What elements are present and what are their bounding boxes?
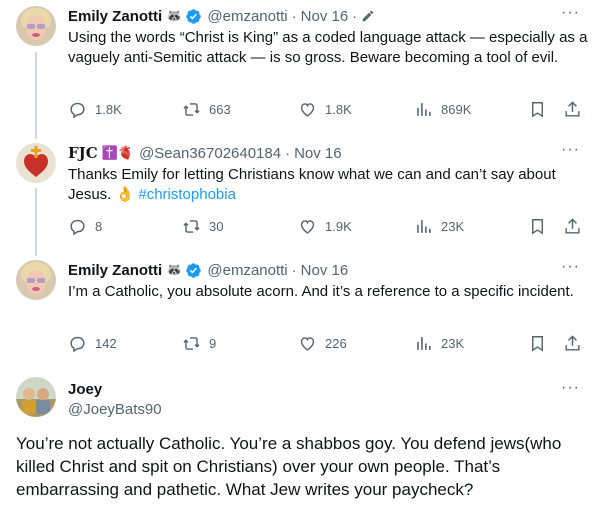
share-button[interactable] [563,217,582,241]
retweet-button[interactable]: 9 [182,334,216,353]
separator: · [352,7,358,25]
verified-badge-icon [186,8,202,24]
tweet-text: Thanks Emily for letting Christians know… [68,165,588,205]
heart-icon [300,337,315,351]
reply-icon [70,219,85,236]
tweet-header: Emily Zanotti 🦝 @emzanotti · Nov 16 [68,260,348,280]
like-button[interactable]: 1.9K [298,217,352,236]
separator: · [291,7,297,25]
bookmark-button[interactable] [528,217,547,241]
cross-heart-emoji: ✝️🫀 [101,145,135,160]
more-options-icon[interactable]: ··· [561,380,580,396]
like-button[interactable]: 226 [298,334,347,353]
reply-button[interactable]: 142 [68,334,117,353]
reply-icon [70,336,85,353]
more-options-icon[interactable]: ··· [561,142,580,158]
tweet-actions: 8 30 1.9K 23K [68,217,583,237]
tweet-header-handle: @JoeyBats90 [68,399,162,419]
tweet-header: Emily Zanotti 🦝 @emzanotti · Nov 16 · [68,6,375,26]
avatar[interactable] [16,260,56,300]
hashtag-link[interactable]: #christophobia [138,186,236,203]
avatar[interactable] [16,377,56,417]
tweet-date[interactable]: Nov 16 [301,8,349,25]
more-options-icon[interactable]: ··· [561,5,580,21]
views-chart-icon [417,220,431,233]
retweet-button[interactable]: 663 [182,100,231,119]
retweet-icon [183,220,200,233]
reply-count: 142 [95,336,117,351]
heart-icon [300,220,315,234]
author-name[interactable]: FJC [68,144,98,162]
reply-icon [70,102,85,119]
avatar[interactable] [16,143,56,183]
share-icon [565,335,580,351]
author-name[interactable]: Emily Zanotti [68,8,162,25]
author-name[interactable]: Joey [68,381,102,398]
share-button[interactable] [563,100,582,124]
view-count: 23K [441,336,465,351]
tweet-text: Using the words “Christ is King” as a co… [68,29,588,66]
tweet-header: FJC ✝️🫀 @Sean36702640184 · Nov 16 [68,143,342,163]
bookmark-icon [532,336,543,352]
author-name[interactable]: Emily Zanotti [68,262,162,279]
bookmark-button[interactable] [528,334,547,358]
author-handle[interactable]: @Sean36702640184 [139,145,281,162]
bookmark-icon [532,219,543,235]
thread-line [35,52,37,139]
retweet-count: 9 [209,336,217,351]
like-count: 1.9K [325,219,352,234]
bookmark-button[interactable] [528,100,547,124]
main-tweet-text: You’re not actually Catholic. You’re a s… [16,434,562,499]
share-icon [565,218,580,234]
like-count: 226 [325,336,347,351]
views-chart-icon [417,103,431,116]
raccoon-emoji: 🦝 [166,262,183,277]
tweet-actions: 142 9 226 23K [68,334,583,354]
bookmark-icon [532,102,543,118]
views-chart-icon [417,337,431,350]
view-count: 23K [441,219,465,234]
author-handle[interactable]: @emzanotti [207,262,287,279]
tweet-date[interactable]: Nov 16 [301,262,349,279]
author-handle[interactable]: @JoeyBats90 [68,401,162,418]
views-button[interactable]: 23K [414,334,464,353]
retweet-count: 30 [209,219,224,234]
tweet-text: I’m a Catholic, you absolute acorn. And … [68,283,574,300]
avatar[interactable] [16,6,56,46]
reply-button[interactable]: 8 [68,217,102,236]
raccoon-emoji: 🦝 [166,8,183,23]
views-button[interactable]: 869K [414,100,471,119]
share-icon [565,101,580,117]
edited-pencil-icon[interactable] [361,9,375,23]
separator: · [285,144,291,162]
heart-icon [300,103,315,117]
author-handle[interactable]: @emzanotti [207,8,287,25]
thread-line [35,188,37,256]
like-count: 1.8K [325,102,352,117]
retweet-count: 663 [209,102,231,117]
retweet-icon [183,103,200,116]
separator: · [291,261,297,279]
tweet-actions: 1.8K 663 1.8K 869K [68,100,583,120]
views-button[interactable]: 23K [414,217,464,236]
retweet-button[interactable]: 30 [182,217,223,236]
retweet-icon [183,337,200,350]
tweet-header: Joey [68,379,102,399]
reply-button[interactable]: 1.8K [68,100,122,119]
reply-count: 1.8K [95,102,122,117]
view-count: 869K [441,102,472,117]
reply-count: 8 [95,219,103,234]
more-options-icon[interactable]: ··· [561,259,580,275]
share-button[interactable] [563,334,582,358]
verified-badge-icon [186,262,202,278]
like-button[interactable]: 1.8K [298,100,352,119]
tweet-date[interactable]: Nov 16 [294,145,342,162]
